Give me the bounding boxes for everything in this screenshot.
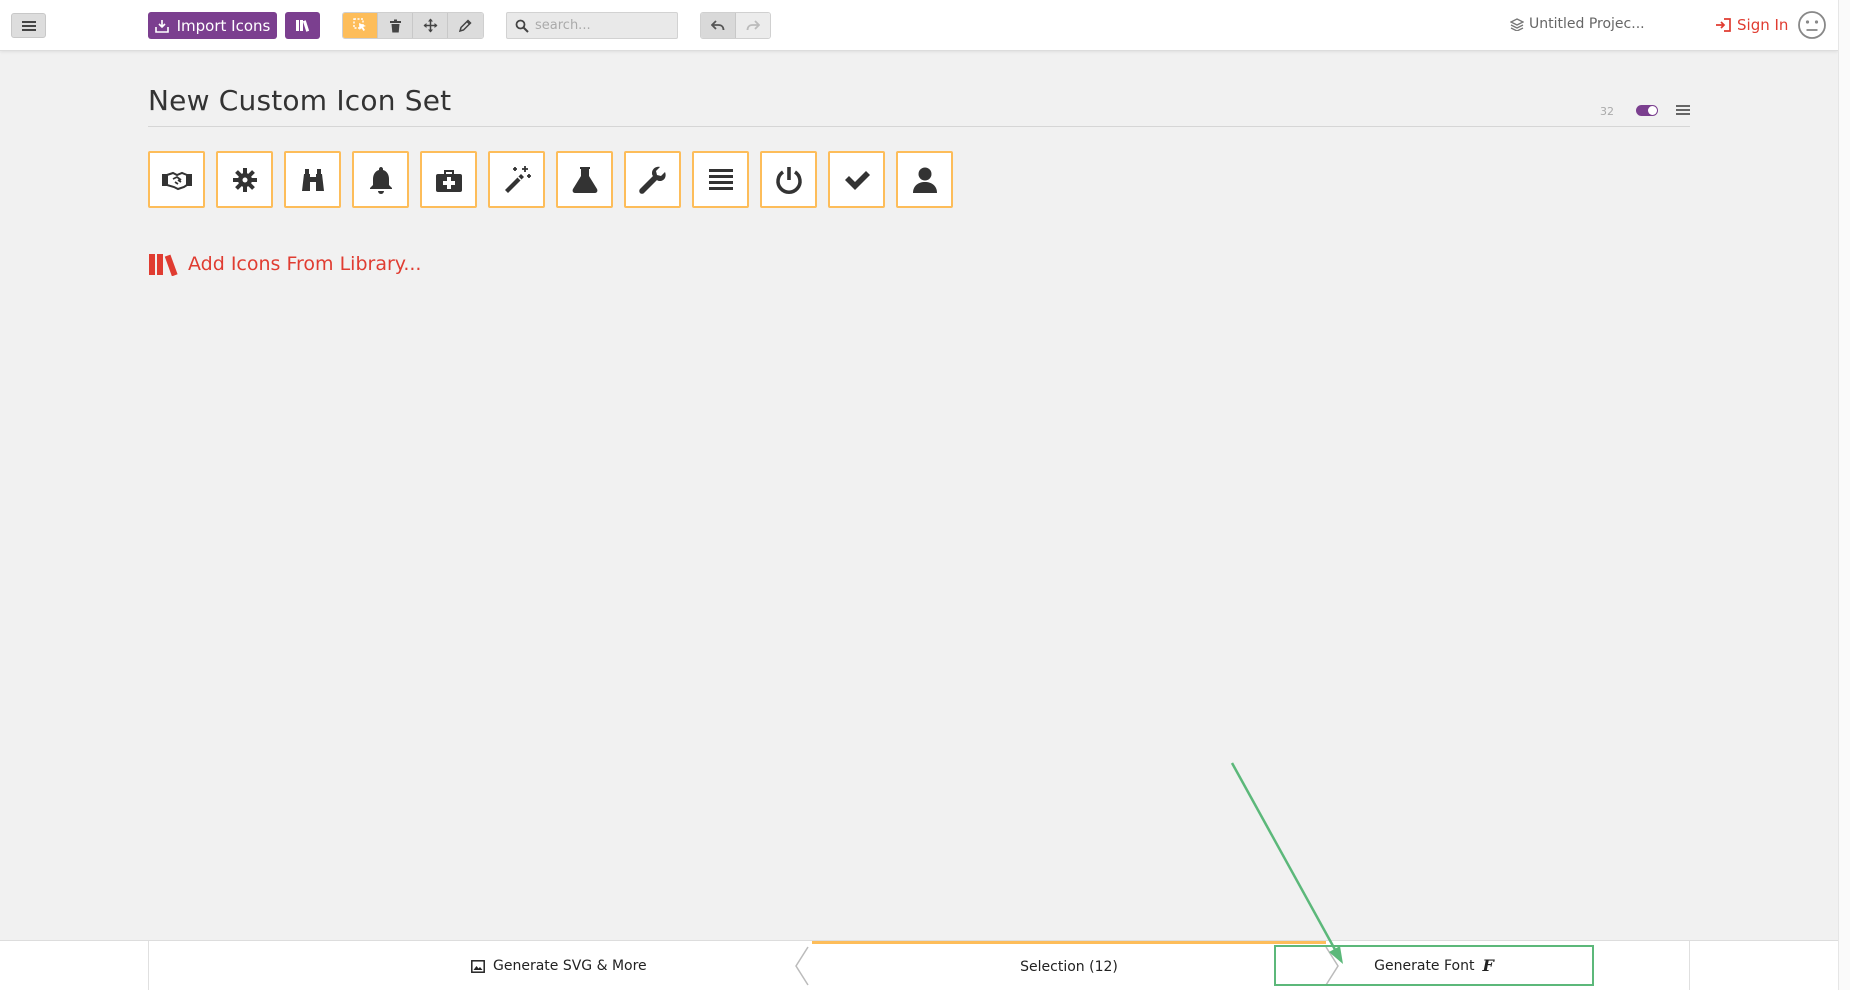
import-icons-button[interactable]: Import Icons — [148, 12, 277, 39]
selection-label: Selection (12) — [1020, 958, 1118, 975]
glyph-wrench[interactable] — [624, 151, 681, 208]
main-menu-button[interactable] — [11, 13, 46, 38]
checkmark-icon — [844, 170, 870, 190]
generate-svg-label: Generate SVG & More — [493, 958, 647, 974]
undo-icon — [710, 19, 725, 30]
glyph-lab-flask[interactable] — [556, 151, 613, 208]
cog-icon — [232, 167, 257, 192]
import-icons-label: Import Icons — [176, 16, 271, 35]
glyph-magic-wand[interactable] — [488, 151, 545, 208]
pencil-icon — [459, 18, 473, 32]
neutral-face-icon[interactable] — [1797, 10, 1827, 40]
icon-library-button[interactable] — [285, 12, 320, 39]
add-icons-from-library-link[interactable]: Add Icons From Library... — [148, 252, 421, 276]
search-box — [506, 12, 678, 39]
user-icon — [912, 167, 937, 193]
bottom-bar: Generate SVG & More Selection (12) Gener… — [0, 940, 1838, 990]
project-name[interactable]: Untitled Projec... — [1510, 16, 1645, 32]
selection-tab[interactable]: Selection (12) — [812, 941, 1326, 989]
redo-icon — [746, 19, 760, 30]
select-icon — [352, 18, 366, 31]
select-tool-button[interactable] — [343, 13, 378, 38]
edit-tool-group — [342, 12, 484, 39]
delete-tool-button[interactable] — [378, 13, 413, 38]
list-icon — [708, 168, 733, 190]
binoculars-icon — [301, 168, 324, 191]
sign-in-link[interactable]: Sign In — [1715, 16, 1788, 34]
glyph-cog[interactable] — [216, 151, 273, 208]
wrench-icon — [638, 166, 666, 194]
books-icon — [295, 20, 309, 32]
chevron-left-icon[interactable] — [794, 946, 810, 986]
set-toggle[interactable] — [1636, 105, 1658, 116]
bell-icon — [369, 166, 392, 194]
handshake-icon — [161, 171, 192, 190]
history-group — [700, 12, 771, 39]
set-menu-icon[interactable] — [1676, 103, 1690, 117]
glyph-bell[interactable] — [352, 151, 409, 208]
search-icon — [515, 19, 529, 33]
download-tray-icon — [154, 19, 169, 33]
glyph-user[interactable] — [896, 151, 953, 208]
redo-button[interactable] — [735, 13, 770, 38]
glyph-binoculars[interactable] — [284, 151, 341, 208]
add-icons-label: Add Icons From Library... — [188, 253, 422, 275]
vertical-scrollbar[interactable] — [1838, 0, 1850, 990]
title-divider — [148, 126, 1690, 127]
search-input[interactable] — [535, 18, 665, 33]
edit-tool-button[interactable] — [448, 13, 483, 38]
undo-button[interactable] — [701, 13, 736, 38]
sign-in-label: Sign In — [1737, 16, 1789, 34]
generate-svg-button[interactable]: Generate SVG & More — [471, 958, 647, 974]
lab-flask-icon — [572, 166, 597, 193]
icon-set-title[interactable]: New Custom Icon Set — [148, 84, 451, 117]
icon-glyph-grid — [148, 151, 953, 208]
image-icon — [471, 959, 485, 973]
move-icon — [423, 18, 437, 33]
top-toolbar: Import Icons Untitled Projec... — [0, 0, 1838, 51]
hamburger-icon — [21, 20, 36, 31]
generate-font-button[interactable]: Generate Font F — [1274, 945, 1594, 986]
layers-icon — [1510, 17, 1524, 31]
trash-icon — [389, 19, 401, 32]
glyph-handshake[interactable] — [148, 151, 205, 208]
glyph-aid-kit[interactable] — [420, 151, 477, 208]
project-name-label: Untitled Projec... — [1529, 16, 1645, 32]
annotation-arrow — [1230, 762, 1343, 964]
aid-kit-icon — [435, 169, 462, 192]
font-icon: F — [1482, 956, 1494, 975]
glyph-power[interactable] — [760, 151, 817, 208]
grid-size-value[interactable]: 32 — [1600, 105, 1614, 118]
glyph-checkmark[interactable] — [828, 151, 885, 208]
generate-font-label: Generate Font — [1374, 957, 1475, 974]
move-tool-button[interactable] — [413, 13, 448, 38]
power-icon — [775, 166, 802, 194]
magic-wand-icon — [504, 165, 531, 193]
glyph-list[interactable] — [692, 151, 749, 208]
books-icon — [149, 254, 178, 276]
sign-in-icon — [1716, 18, 1731, 32]
